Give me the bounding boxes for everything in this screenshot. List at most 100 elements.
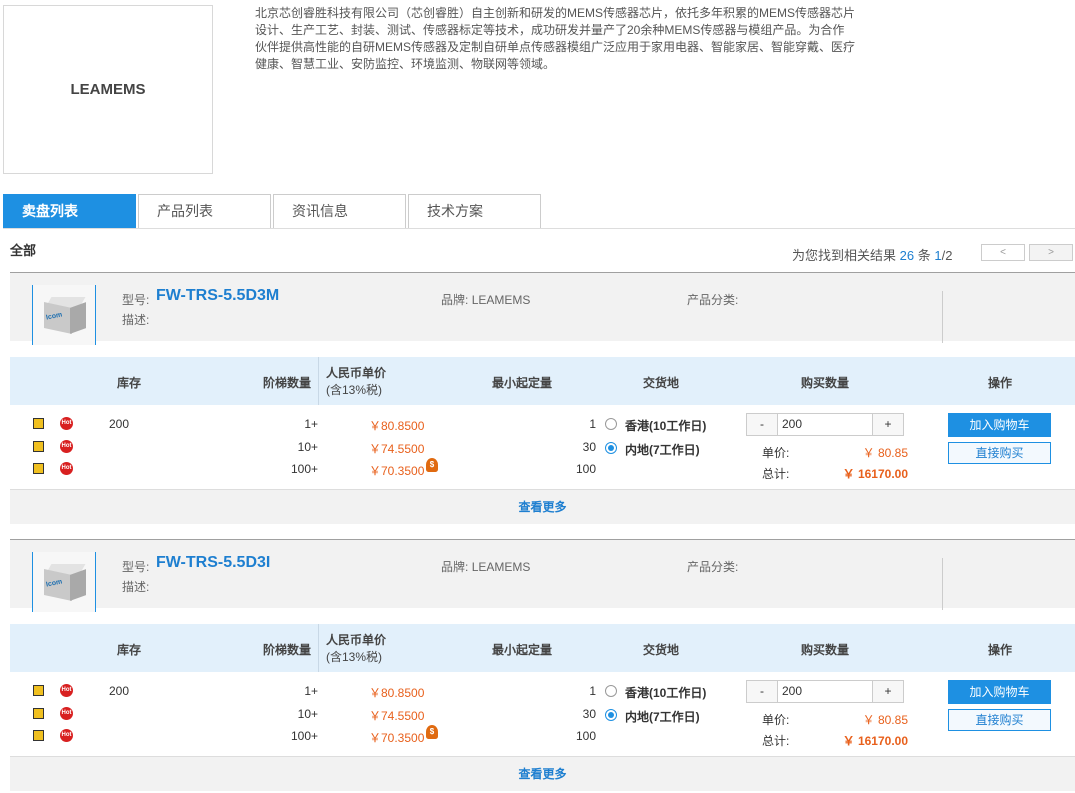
product-block-1: Icom 型号: FW-TRS-5.5D3M 描述: 品牌: LEAMEMS 产… bbox=[10, 272, 1075, 524]
stock-box-icon bbox=[33, 441, 44, 452]
col-sep bbox=[318, 357, 319, 405]
result-summary: 为您找到相关结果 26 条 1/2 bbox=[792, 245, 952, 264]
view-more-link[interactable]: 查看更多 bbox=[10, 498, 1075, 515]
qty-plus-button[interactable]: + bbox=[873, 414, 903, 435]
product-thumbnail[interactable]: Icom bbox=[32, 552, 96, 612]
brand-info: 品牌: LEAMEMS bbox=[441, 558, 530, 575]
result-prefix: 为您找到相关结果 bbox=[792, 248, 897, 263]
model-link[interactable]: FW-TRS-5.5D3I bbox=[156, 554, 270, 572]
total-label: 总计: bbox=[762, 734, 790, 748]
discount-fire-icon: $ bbox=[426, 458, 438, 472]
tab-news[interactable]: 资讯信息 bbox=[273, 194, 406, 228]
view-more-link[interactable]: 查看更多 bbox=[10, 765, 1075, 782]
place-radio-mainland[interactable] bbox=[605, 709, 617, 721]
tier-price: ￥74.5500 bbox=[369, 709, 425, 723]
buy-now-button[interactable]: 直接购买 bbox=[948, 442, 1051, 464]
col-price: 人民币单价 bbox=[326, 633, 387, 647]
moq-value: 30 bbox=[582, 440, 596, 454]
header-divider bbox=[942, 558, 943, 610]
total-value: ￥ 16170.00 bbox=[842, 734, 908, 748]
result-count: 26 bbox=[899, 248, 915, 263]
col-operation: 操作 bbox=[988, 376, 1013, 390]
qty-minus-button[interactable]: - bbox=[747, 681, 777, 702]
category-label: 产品分类: bbox=[687, 560, 739, 574]
prev-page-button[interactable]: < bbox=[981, 244, 1025, 261]
brand-info: 品牌: LEAMEMS bbox=[441, 291, 530, 308]
next-page-button[interactable]: > bbox=[1029, 244, 1073, 261]
hot-icon: Hot bbox=[60, 462, 73, 475]
col-stock: 库存 bbox=[117, 376, 142, 390]
tier-price: ￥74.5500 bbox=[369, 442, 425, 456]
place-radio-mainland[interactable] bbox=[605, 442, 617, 454]
tier-price: ￥70.3500 bbox=[369, 731, 425, 745]
stock-box-icon bbox=[33, 685, 44, 696]
qty-plus-button[interactable]: + bbox=[873, 681, 903, 702]
stock-value: 200 bbox=[109, 417, 130, 431]
stock-value: 200 bbox=[109, 684, 130, 698]
col-tier: 阶梯数量 bbox=[263, 643, 312, 657]
col-price-tax: (含13%税) bbox=[326, 383, 383, 397]
total-value: ￥ 16170.00 bbox=[842, 467, 908, 481]
total-label: 总计: bbox=[762, 467, 790, 481]
col-stock: 库存 bbox=[117, 643, 142, 657]
table-header: 库存 阶梯数量 人民币单价 (含13%税) 最小起定量 交货地 购买数量 操作 bbox=[10, 624, 1075, 672]
hot-icon: Hot bbox=[60, 729, 73, 742]
add-to-cart-button[interactable]: 加入购物车 bbox=[948, 413, 1051, 437]
company-intro: 北京芯创睿胜科技有限公司（芯创睿胜）自主创新和研发的MEMS传感器芯片，依托多年… bbox=[255, 6, 856, 71]
hot-icon: Hot bbox=[60, 684, 73, 697]
hot-icon: Hot bbox=[60, 417, 73, 430]
tier-price: ￥70.3500 bbox=[369, 464, 425, 478]
stock-box-icon bbox=[33, 463, 44, 474]
col-buy-qty: 购买数量 bbox=[801, 643, 850, 657]
moq-value: 1 bbox=[589, 684, 596, 698]
add-to-cart-button[interactable]: 加入购物车 bbox=[948, 680, 1051, 704]
col-operation: 操作 bbox=[988, 643, 1013, 657]
tab-product-list[interactable]: 产品列表 bbox=[138, 194, 271, 228]
product-thumbnail[interactable]: Icom bbox=[32, 285, 96, 345]
place-radio-hk[interactable] bbox=[605, 685, 617, 697]
hot-icon: Hot bbox=[60, 440, 73, 453]
place-label-mainland: 内地(7工作日) bbox=[625, 710, 700, 724]
qty-minus-button[interactable]: - bbox=[747, 414, 777, 435]
moq-value: 1 bbox=[589, 417, 596, 431]
tier-qty: 1+ bbox=[304, 684, 318, 698]
place-label-hk: 香港(10工作日) bbox=[625, 686, 707, 700]
result-mid: 条 bbox=[917, 248, 931, 263]
tab-bar: 卖盘列表 产品列表 资讯信息 技术方案 bbox=[3, 194, 543, 228]
package-box-icon: Icom bbox=[40, 562, 88, 602]
filter-all[interactable]: 全部 bbox=[10, 240, 36, 259]
tier-qty: 10+ bbox=[297, 440, 318, 454]
place-radio-hk[interactable] bbox=[605, 418, 617, 430]
col-buy-qty: 购买数量 bbox=[801, 376, 850, 390]
tab-sell-list[interactable]: 卖盘列表 bbox=[3, 194, 136, 228]
hot-icon: Hot bbox=[60, 707, 73, 720]
tier-qty: 10+ bbox=[297, 707, 318, 721]
quantity-stepper: - 200 + bbox=[746, 413, 904, 436]
col-moq: 最小起定量 bbox=[492, 376, 553, 390]
tab-tech-solutions[interactable]: 技术方案 bbox=[408, 194, 541, 228]
brand-value: LEAMEMS bbox=[471, 560, 531, 574]
model-link[interactable]: FW-TRS-5.5D3M bbox=[156, 287, 279, 305]
model-label: 型号: bbox=[122, 560, 150, 574]
col-place: 交货地 bbox=[643, 643, 680, 657]
block-footer: 查看更多 bbox=[10, 490, 1075, 524]
desc-label: 描述: bbox=[122, 580, 150, 594]
qty-input[interactable]: 200 bbox=[777, 681, 873, 702]
qty-input[interactable]: 200 bbox=[777, 414, 873, 435]
category-label: 产品分类: bbox=[687, 293, 739, 307]
desc-label: 描述: bbox=[122, 313, 150, 327]
moq-value: 30 bbox=[582, 707, 596, 721]
unit-price-value: ￥ 80.85 bbox=[862, 446, 908, 460]
buy-now-button[interactable]: 直接购买 bbox=[948, 709, 1051, 731]
brand-label: 品牌: bbox=[441, 560, 469, 574]
tier-qty: 100+ bbox=[290, 462, 318, 476]
stock-box-icon bbox=[33, 730, 44, 741]
place-label-mainland: 内地(7工作日) bbox=[625, 443, 700, 457]
tier-price: ￥80.8500 bbox=[369, 419, 425, 433]
product-block-2: Icom 型号: FW-TRS-5.5D3I 描述: 品牌: LEAMEMS 产… bbox=[10, 539, 1075, 791]
col-moq: 最小起定量 bbox=[492, 643, 553, 657]
table-body: Hot Hot Hot 200 1+ 10+ 100+ ￥80.8500 ￥74… bbox=[10, 672, 1075, 756]
stock-box-icon bbox=[33, 418, 44, 429]
col-place: 交货地 bbox=[643, 376, 680, 390]
product-header: Icom 型号: FW-TRS-5.5D3M 描述: 品牌: LEAMEMS 产… bbox=[10, 273, 1075, 345]
